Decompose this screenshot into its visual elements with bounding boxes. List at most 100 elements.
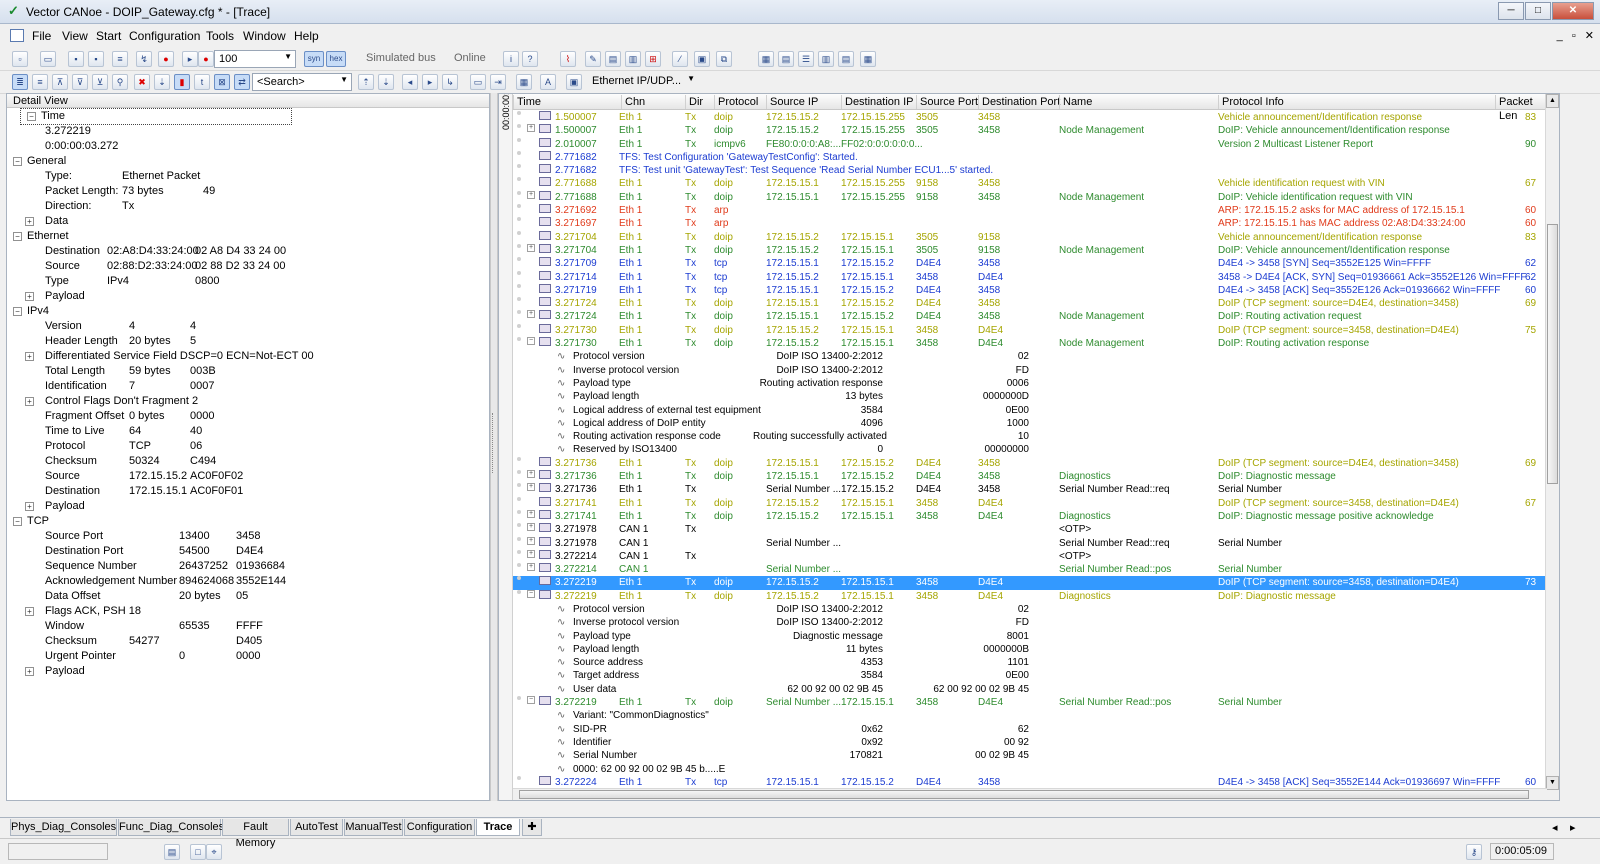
trace-signal-row[interactable]: ∿ Inverse protocol version DoIP ISO 13400-… <box>513 364 1547 377</box>
record-icon[interactable]: ● <box>158 51 174 67</box>
expand-icon[interactable]: + <box>527 243 535 252</box>
column-header-protocol-info[interactable]: Protocol Info <box>1218 95 1284 109</box>
trace-row[interactable]: +1.500007 Eth 1 Tx doip 172.15.15.2 172.15.15… <box>513 124 1547 137</box>
tree-row[interactable]: Checksum 50324 C494 <box>7 454 489 469</box>
menu-file[interactable]: File <box>32 29 51 43</box>
expand-icon[interactable]: + <box>527 483 535 492</box>
auto-scroll-icon[interactable]: ⇣ <box>154 74 170 90</box>
maximize-button[interactable]: □ <box>1525 2 1551 20</box>
detail-view-icon[interactable]: ≣ <box>12 74 28 90</box>
stop-small-icon[interactable]: □ <box>190 844 206 860</box>
mdi-window-controls[interactable]: _ ▫ ✕ <box>1557 29 1594 42</box>
column-header-source-ip[interactable]: Source IP <box>766 95 818 109</box>
mark-icon[interactable]: ⊠ <box>214 74 230 90</box>
expand-icon[interactable]: + <box>527 310 535 319</box>
trace-signal-row[interactable]: ∿ Payload length 11 bytes 0000000B <box>513 643 1547 656</box>
collapse-icon[interactable]: − <box>527 337 535 346</box>
export-icon[interactable]: ⇥ <box>490 74 506 90</box>
tree-row[interactable]: + Differentiated Service Field DSCP=0 ECN… <box>7 349 489 364</box>
expand-icon[interactable]: + <box>527 549 535 558</box>
trace-row[interactable]: +3.271704 Eth 1 Tx doip 172.15.15.2 172.15.15… <box>513 243 1547 257</box>
search-prev-icon[interactable]: ⇡ <box>358 74 374 90</box>
column-header-destination-port[interactable]: Destination Port <box>978 95 1060 109</box>
tree-row[interactable]: Type: Ethernet Packet <box>7 169 489 184</box>
trace-row[interactable]: 3.271704 Eth 1 Tx doip 172.15.15.2 172.15.15.… <box>513 230 1547 244</box>
tree-row[interactable]: Destination 172.15.15.1 AC0F0F01 <box>7 484 489 499</box>
simulated-bus-button[interactable]: Simulated bus <box>366 52 436 64</box>
expand-icon[interactable]: + <box>25 607 34 616</box>
trace-signal-row[interactable]: ∿ Payload type Diagnostic message 8001 <box>513 630 1547 643</box>
collapse-icon[interactable]: − <box>13 517 22 526</box>
tree-row[interactable]: Data Offset 20 bytes 05 <box>7 589 489 604</box>
trace-row[interactable]: +3.271736 Eth 1 Tx doip 172.15.15.1 172.15.15… <box>513 470 1547 483</box>
speed-combo[interactable]: 100 ▼ <box>214 50 296 68</box>
key-icon[interactable]: ⚷ <box>1466 844 1482 860</box>
trace-row[interactable]: 1.500007 Eth 1 Tx doip 172.15.15.2 172.15.15.… <box>513 111 1547 124</box>
tree-row[interactable]: Fragment Offset 0 bytes 0000 <box>7 409 489 424</box>
back-icon[interactable]: ◂ <box>402 74 418 90</box>
tree-row[interactable]: Source Port 13400 3458 <box>7 529 489 544</box>
find-icon[interactable]: ⚲ <box>112 74 128 90</box>
trace-row[interactable]: 2.771682 TFS: Test Configuration 'Gateway… <box>513 150 1547 164</box>
scroll-up-icon[interactable]: ▲ <box>1546 94 1559 108</box>
column-header-packet-len[interactable]: Packet Len <box>1495 95 1547 122</box>
expand-icon[interactable]: + <box>25 217 34 226</box>
trace-signal-row[interactable]: ∿ Reserved by ISO13400 0 00000000 <box>513 443 1547 456</box>
trace-row[interactable]: − 3.271730 Eth 1 Tx doip 172.15.15.2 172.15.15… <box>513 337 1547 350</box>
tree-row[interactable]: + Payload <box>7 499 489 514</box>
tree-row[interactable]: Source 172.15.15.2 AC0F0F02 <box>7 469 489 484</box>
tree-row[interactable]: Packet Length: 73 bytes 49 <box>7 184 489 199</box>
menu-start[interactable]: Start <box>96 29 121 43</box>
sync-icon[interactable]: ⇄ <box>234 74 250 90</box>
online-button[interactable]: Online <box>454 52 486 64</box>
trace-row[interactable]: 3.271714 Eth 1 Tx tcp 172.15.15.2 172.15.15.1… <box>513 270 1547 284</box>
menu-view[interactable]: View <box>62 29 88 43</box>
trace-row[interactable]: 3.271697 Eth 1 Tx arp ARP: 172.15.15.1 has M… <box>513 217 1547 230</box>
trace-row[interactable]: 2.771682 TFS: Test unit 'GatewayTest': Te… <box>513 164 1547 177</box>
new-icon[interactable]: ▫ <box>12 51 28 67</box>
tree-row[interactable]: Protocol TCP 06 <box>7 439 489 454</box>
expand-icon[interactable]: + <box>25 502 34 511</box>
trace-row[interactable]: +3.272214 CAN 1 Serial Number ... Serial Nu… <box>513 563 1547 576</box>
syn-toggle[interactable]: syn <box>304 51 324 67</box>
save-all-icon[interactable]: ▪ <box>88 51 104 67</box>
tab-configuration[interactable]: Configuration <box>404 819 475 836</box>
h-scroll-thumb[interactable] <box>519 790 1529 799</box>
tree-row[interactable]: + Control Flags Don't Fragment 2 <box>7 394 489 409</box>
tree-row[interactable]: + Data <box>7 214 489 229</box>
tree-row[interactable]: Header Length 20 bytes 5 <box>7 334 489 349</box>
column-header-destination-ip[interactable]: Destination IP <box>841 95 913 109</box>
filter-edit-icon[interactable]: ⊻ <box>92 74 108 90</box>
script-icon[interactable]: ⌖ <box>206 844 222 860</box>
collapse-icon[interactable]: − <box>13 232 22 241</box>
expand-icon[interactable]: + <box>527 536 535 545</box>
collapse-icon[interactable]: − <box>13 307 22 316</box>
search-input[interactable]: <Search> ▼ <box>252 73 352 91</box>
trace-row[interactable]: 3.271692 Eth 1 Tx arp ARP: 172.15.15.2 asks … <box>513 204 1547 217</box>
tab-scroll-right-icon[interactable]: ▸ <box>1570 821 1576 834</box>
expand-icon[interactable]: + <box>527 470 535 479</box>
split-icon[interactable]: ▦ <box>860 51 876 67</box>
table-icon[interactable]: ▦ <box>516 74 532 90</box>
forward-icon[interactable]: ▸ <box>422 74 438 90</box>
trace-horizontal-scrollbar[interactable] <box>513 788 1547 800</box>
trace-row[interactable]: − 3.272219 Eth 1 Tx doip Serial Number ... 172… <box>513 696 1547 709</box>
tree-row[interactable]: + Payload <box>7 289 489 304</box>
tab-scroll-left-icon[interactable]: ◂ <box>1552 821 1558 834</box>
keyboard-icon[interactable]: ▤ <box>164 844 180 860</box>
expand-icon[interactable]: + <box>25 667 34 676</box>
window-icon[interactable]: ▣ <box>694 51 710 67</box>
filter-icon[interactable]: ⊽ <box>72 74 88 90</box>
document-icon[interactable] <box>10 29 24 42</box>
close-button[interactable]: ✕ <box>1552 2 1594 20</box>
trace-row[interactable]: +3.271978 CAN 1 Serial Number ... Serial Nu… <box>513 536 1547 550</box>
trace-row[interactable]: +3.271736 Eth 1 Tx Serial Number ... 172.15.… <box>513 483 1547 496</box>
copy-icon[interactable]: ⧉ <box>716 51 732 67</box>
tree-row[interactable]: + Flags ACK, PSH 18 <box>7 604 489 619</box>
trace-signal-row[interactable]: ∿ Serial Number 170821 00 02 9B 45 <box>513 749 1547 762</box>
trace-signal-row[interactable]: ∿ Payload length 13 bytes 0000000D <box>513 390 1547 403</box>
tree-row[interactable]: Time to Live 64 40 <box>7 424 489 439</box>
expand-icon[interactable]: + <box>25 397 34 406</box>
graphics-icon[interactable]: ⌇ <box>560 51 576 67</box>
trace-row[interactable]: +3.271978 CAN 1 Tx <OTP> <box>513 523 1547 536</box>
